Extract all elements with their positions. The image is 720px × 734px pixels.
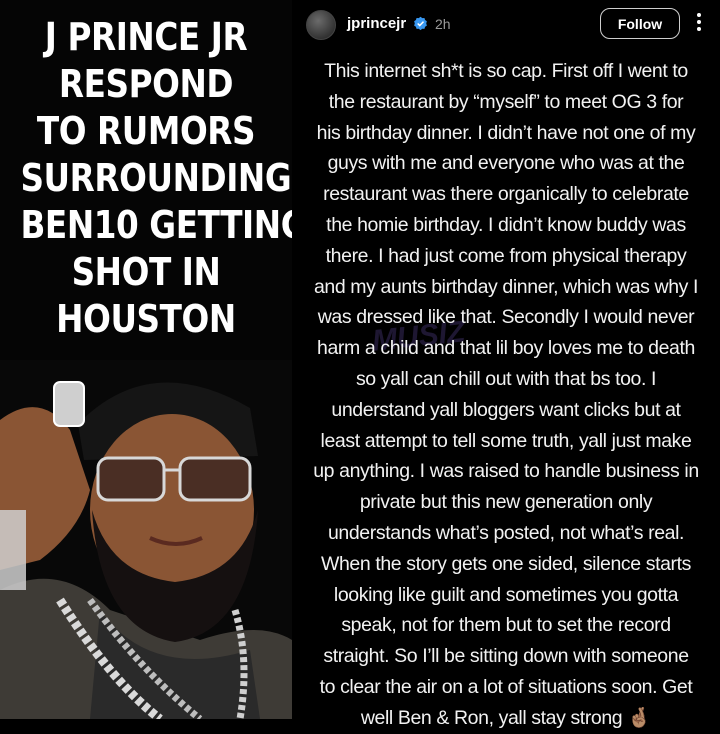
- verified-badge-icon: [414, 16, 427, 31]
- caption-line: This internet sh*t is so cap. First off …: [324, 60, 688, 82]
- headline-line: SURROUNDING: [20, 156, 292, 200]
- post-panel: jprincejr 2h Follow MUSIZ This internet …: [292, 0, 720, 729]
- caption-line: When the story gets one sided, silence s…: [320, 552, 692, 575]
- caption-line: well Ben & Ron, yall stay strong 🤞🏽: [360, 706, 652, 729]
- avatar[interactable]: [306, 10, 336, 40]
- headline-line: BEN10 GETTING: [20, 203, 292, 247]
- caption-line: guys with me and everyone who was at the: [327, 152, 685, 175]
- caption-line: and my aunts birthday dinner, which was …: [313, 275, 699, 298]
- more-options-icon[interactable]: [692, 10, 706, 38]
- caption-line: to clear the air on a lot of situations …: [319, 675, 693, 698]
- caption-line: private but this new generation only: [359, 491, 653, 514]
- post-caption: This internet sh*t is so cap. First off …: [300, 56, 712, 734]
- caption-line: harm a child and that lil boy loves me t…: [317, 337, 695, 360]
- caption-line: understands what’s posted, not what’s re…: [327, 521, 685, 544]
- headline-line: SHOT IN: [71, 250, 221, 294]
- post-header: jprincejr 2h Follow: [292, 0, 720, 50]
- caption-line: straight. So I’ll be sitting down with s…: [323, 645, 689, 668]
- caption-line: was dressed like that. Secondly I would …: [317, 306, 695, 329]
- caption-line: speak, not for them but to set the recor…: [341, 614, 671, 637]
- caption-line: the restaurant by “myself” to meet OG 3 …: [328, 90, 684, 113]
- headline: J PRINCE JR RESPOND TO RUMORS SURROUNDIN…: [20, 14, 292, 343]
- post-timestamp: 2h: [435, 16, 451, 32]
- headline-line: J PRINCE JR: [44, 15, 248, 59]
- portrait-photo: [0, 360, 292, 719]
- caption-line: the homie birthday. I didn’t know buddy …: [326, 213, 686, 236]
- username[interactable]: jprincejr: [347, 15, 406, 32]
- headline-line: TO RUMORS: [36, 109, 256, 153]
- headline-line: HOUSTON: [56, 297, 236, 341]
- caption-line: restaurant was there organically to cele…: [323, 183, 689, 206]
- caption-line: understand yall bloggers want clicks but…: [331, 398, 681, 421]
- follow-button[interactable]: Follow: [600, 8, 680, 39]
- caption-line: up anything. I was raised to handle busi…: [313, 460, 699, 483]
- caption-line: so yall can chill out with that bs too. …: [355, 367, 657, 390]
- feature-panel: J PRINCE JR RESPOND TO RUMORS SURROUNDIN…: [0, 0, 292, 719]
- caption-line: his birthday dinner. I didn’t have not o…: [316, 121, 696, 144]
- caption-line: there. I had just come from physical the…: [325, 244, 687, 267]
- caption-line: looking like guilt and sometimes you got…: [333, 583, 679, 606]
- caption-line: least attempt to tell some truth, yall j…: [320, 429, 692, 452]
- headline-line: RESPOND: [58, 62, 234, 106]
